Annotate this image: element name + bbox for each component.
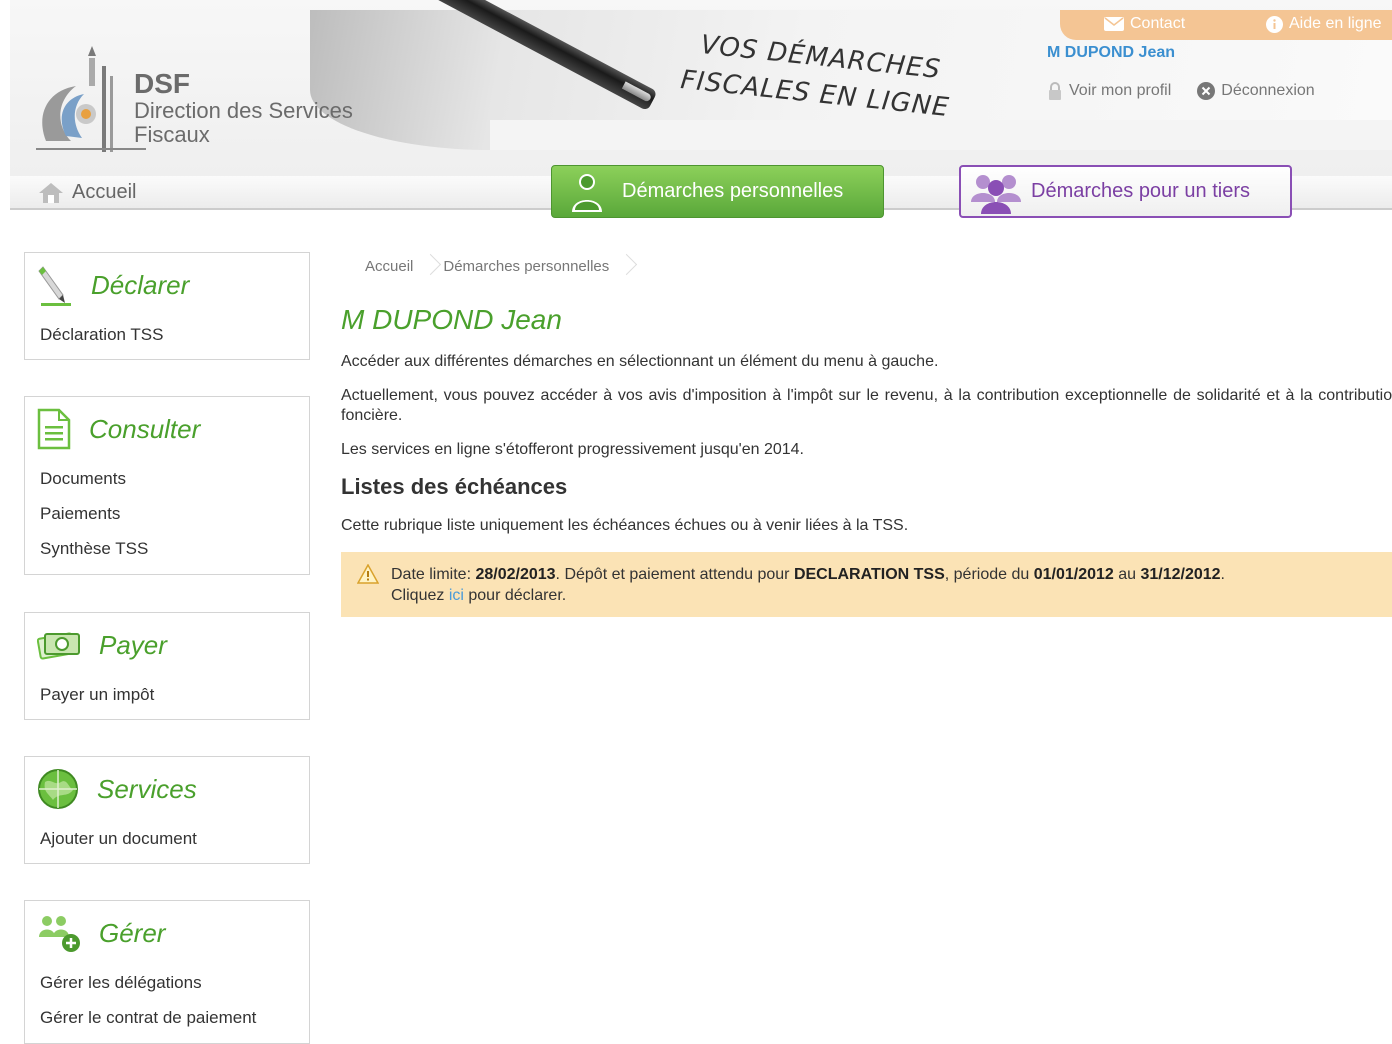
breadcrumb-home[interactable]: Accueil — [365, 258, 413, 275]
logout-label: Déconnexion — [1221, 82, 1315, 99]
sidebar-title-consulter: Consulter — [89, 413, 201, 444]
close-circle-icon — [1197, 82, 1216, 100]
sidebar-head-services: Services — [25, 757, 309, 821]
sidebar-item-declaration-tss[interactable]: Déclaration TSS — [25, 317, 309, 352]
profile-link[interactable]: Voir mon profil — [1047, 82, 1171, 100]
mail-icon — [1104, 17, 1124, 31]
main-nav: Accueil Démarches personnelles Démarches… — [10, 165, 1392, 218]
sidebar-head-gerer: Gérer — [25, 901, 309, 965]
help-link[interactable]: Aide en ligne — [1266, 15, 1382, 33]
alert-mid3: au — [1113, 566, 1141, 583]
progress-text: Les services en ligne s'étofferont progr… — [341, 441, 804, 458]
sidebar-item-gerer-delegations[interactable]: Gérer les délégations — [25, 965, 309, 1000]
info-icon — [1266, 15, 1283, 33]
alert-click-prefix: Cliquez — [391, 587, 449, 604]
sidebar-head-declarer: Déclarer — [25, 253, 309, 317]
main-content: Accueil Démarches personnelles M DUPOND … — [341, 250, 1392, 617]
sidebar-item-paiements[interactable]: Paiements — [25, 496, 309, 531]
alert-mid2: , période du — [944, 566, 1034, 583]
sidebar-title-services: Services — [97, 773, 197, 804]
sidebar-item-gerer-contrat[interactable]: Gérer le contrat de paiement — [25, 1000, 309, 1035]
page-title: M DUPOND Jean — [341, 304, 562, 335]
sidebar-title-payer: Payer — [99, 629, 167, 660]
header-username: M DUPOND Jean — [1047, 44, 1176, 61]
alert-period-end: 31/12/2012 — [1140, 566, 1221, 583]
breadcrumb: Accueil Démarches personnelles — [341, 250, 1392, 282]
sidebar-title-declarer: Déclarer — [91, 269, 190, 300]
contact-link[interactable]: Contact — [1104, 15, 1185, 33]
slogan: VOS DÉMARCHES FISCALES EN LIGNE — [679, 30, 951, 123]
alert-declaration: DECLARATION TSS — [793, 566, 945, 583]
breadcrumb-current[interactable]: Démarches personnelles — [443, 258, 609, 275]
intro-text: Accéder aux différentes démarches en sél… — [341, 353, 939, 370]
logo-line1: Direction des Services — [134, 98, 353, 123]
site-header: VOS DÉMARCHES FISCALES EN LIGNE DSF Dire… — [10, 0, 1392, 176]
profile-label: Voir mon profil — [1069, 82, 1172, 99]
logo-underline — [36, 148, 146, 150]
alert-deadline-date: 28/02/2013 — [475, 566, 556, 583]
sidebar-box-services: Services Ajouter un document — [24, 756, 310, 864]
sidebar-box-declarer: Déclarer Déclaration TSS — [24, 252, 310, 360]
sidebar-box-consulter: Consulter Documents Paiements Synthèse T… — [24, 396, 310, 575]
document-icon — [37, 408, 71, 450]
sidebar-box-payer: Payer Payer un impôt — [24, 612, 310, 720]
help-label: Aide en ligne — [1289, 15, 1382, 32]
nav-home-link[interactable]: Accueil — [38, 181, 136, 204]
alert-mid1: . Dépôt et paiement attendu pour — [555, 566, 794, 583]
breadcrumb-separator — [423, 251, 433, 281]
logout-link[interactable]: Déconnexion — [1197, 82, 1315, 100]
alert-prefix: Date limite: — [391, 566, 476, 583]
alert-declare-link[interactable]: ici — [449, 587, 464, 604]
tab-perso-label: Démarches personnelles — [622, 180, 844, 202]
alert-text: Date limite: 28/02/2013. Dépôt et paieme… — [391, 564, 1225, 605]
logo-line2: Fiscaux — [134, 122, 210, 147]
actuel-text: Actuellement, vous pouvez accéder à vos … — [341, 387, 1392, 424]
users-add-icon — [39, 916, 80, 952]
nav-home-label: Accueil — [72, 181, 137, 203]
sidebar-item-documents[interactable]: Documents — [25, 461, 309, 496]
home-icon — [39, 182, 63, 203]
top-links-bar: Contact Aide en ligne — [1060, 10, 1392, 40]
user-links: Voir mon profil Déconnexion — [1047, 82, 1315, 100]
sidebar-item-payer-impot[interactable]: Payer un impôt — [25, 677, 309, 712]
sidebar-box-gerer: Gérer Gérer les délégations Gérer le con… — [24, 900, 310, 1044]
sidebar-item-ajouter-document[interactable]: Ajouter un document — [25, 821, 309, 856]
alert-period-start: 01/01/2012 — [1033, 566, 1114, 583]
alert-end: . — [1220, 566, 1225, 583]
pencil-icon — [38, 266, 71, 306]
tab-demarches-personnelles[interactable]: Démarches personnelles — [551, 165, 884, 218]
alert-line2: Cliquez ici pour déclarer. — [391, 585, 1225, 606]
lock-icon — [1049, 82, 1061, 100]
globe-icon — [38, 769, 78, 809]
contact-label: Contact — [1130, 15, 1186, 32]
sidebar-head-consulter: Consulter — [25, 397, 309, 461]
alert-line1: Date limite: 28/02/2013. Dépôt et paieme… — [391, 564, 1225, 585]
person-icon — [572, 173, 602, 212]
tab-demarches-tiers[interactable]: Démarches pour un tiers — [959, 165, 1292, 218]
tab-tiers-label: Démarches pour un tiers — [1031, 180, 1250, 202]
section-title: Listes des échéances — [341, 474, 568, 499]
deadline-alert: Date limite: 28/02/2013. Dépôt et paieme… — [341, 552, 1392, 617]
group-icon — [971, 174, 1021, 214]
sidebar-item-synthese-tss[interactable]: Synthèse TSS — [25, 531, 309, 566]
alert-click-suffix: pour déclarer. — [463, 587, 567, 604]
money-icon — [37, 632, 80, 660]
sidebar-head-payer: Payer — [25, 613, 309, 677]
logo-abbr: DSF — [134, 68, 190, 99]
warning-icon — [357, 564, 379, 584]
dsf-emblem-icon — [42, 46, 113, 152]
breadcrumb-separator — [619, 251, 629, 281]
section-desc: Cette rubrique liste uniquement les éché… — [341, 517, 909, 534]
dsf-logo[interactable]: DSF Direction des Services Fiscaux — [36, 40, 396, 155]
sidebar-title-gerer: Gérer — [99, 917, 166, 948]
